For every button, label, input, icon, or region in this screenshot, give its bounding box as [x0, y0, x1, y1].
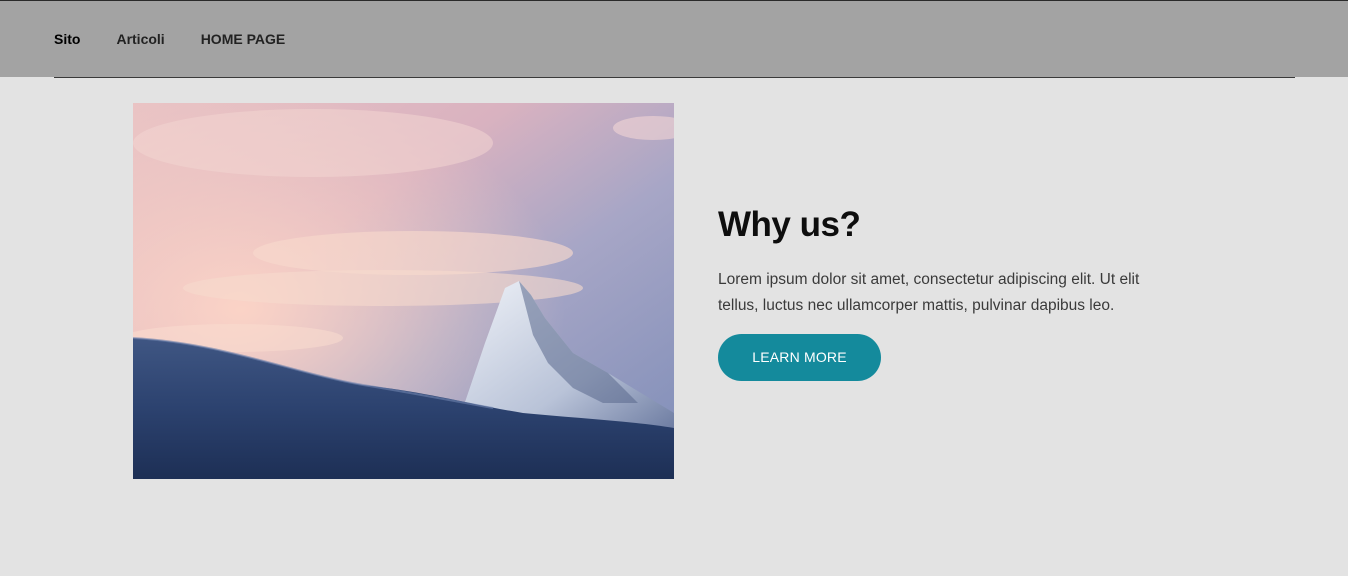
site-header: Sito Articoli HOME PAGE — [0, 0, 1348, 77]
hero-content: Why us? Lorem ipsum dolor sit amet, cons… — [718, 203, 1198, 381]
hero-title: Why us? — [718, 205, 861, 244]
nav-item-home-page[interactable]: HOME PAGE — [201, 31, 286, 47]
learn-more-button[interactable]: LEARN MORE — [718, 334, 881, 381]
hero-mountain-image — [133, 103, 674, 479]
header-divider — [54, 77, 1295, 78]
hero-description: Lorem ipsum dolor sit amet, consectetur … — [718, 271, 1140, 314]
main-nav: Sito Articoli HOME PAGE — [54, 31, 321, 47]
nav-item-sito[interactable]: Sito — [54, 31, 80, 47]
nav-item-articoli[interactable]: Articoli — [116, 31, 164, 47]
